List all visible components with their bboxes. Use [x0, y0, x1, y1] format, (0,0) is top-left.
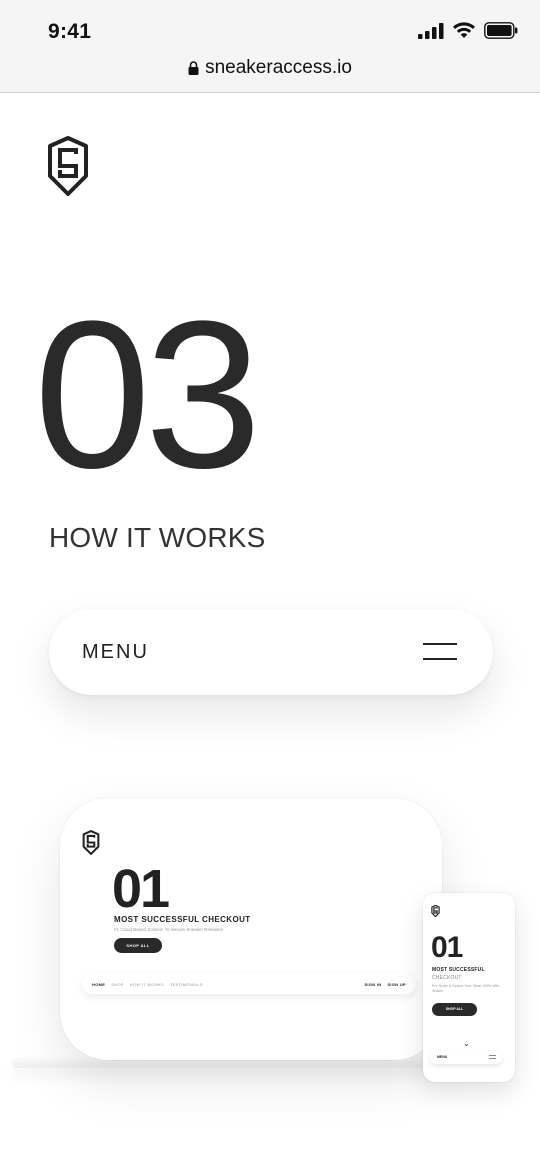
preview-subtitle: #1 Cloud Based Solution To Secure Sneake… — [114, 927, 223, 932]
mobile-preview-menu-label: MENU — [437, 1055, 448, 1059]
mobile-preview-menu: MENU — [430, 1051, 502, 1064]
status-time: 9:41 — [48, 20, 92, 43]
brand-logo-icon — [82, 830, 100, 855]
section-title: HOW IT WORKS — [49, 522, 266, 553]
signal-icon — [418, 22, 444, 39]
desktop-preview: 01 MOST SUCCESSFUL CHECKOUT #1 Cloud Bas… — [60, 798, 442, 1060]
hamburger-menu-icon — [489, 1055, 496, 1059]
nav-item-shop: SHOP — [111, 981, 124, 987]
menu-bar[interactable]: MENU — [49, 609, 493, 695]
preview-heading: MOST SUCCESSFUL CHECKOUT — [114, 915, 251, 924]
brand-logo-icon[interactable] — [46, 136, 90, 196]
nav-item-how-it-works: HOW IT WORKS — [129, 981, 164, 987]
mobile-preview-subtitle: Pre Order & Secure Your Steal 100% With … — [432, 984, 500, 993]
preview-nav: HOME SHOP HOW IT WORKS TESTIMONIALS SIGN… — [82, 974, 416, 994]
mobile-shop-all-button: SHOP ALL — [432, 1003, 477, 1016]
preview-number: 01 — [112, 859, 170, 919]
chevron-down-icon: ⌄ — [463, 1039, 470, 1048]
sign-in-link: SIGN IN — [364, 981, 382, 987]
battery-icon — [484, 22, 518, 39]
nav-item-home: HOME — [92, 981, 106, 987]
nav-item-testimonials: TESTIMONIALS — [169, 981, 203, 987]
hamburger-menu-icon[interactable] — [423, 643, 457, 661]
shop-all-button: SHOP ALL — [114, 938, 162, 953]
brand-logo-icon — [431, 905, 440, 917]
section-number: 03 — [34, 277, 262, 512]
mobile-preview-heading-line2: CHECKOUT — [432, 975, 462, 981]
mobile-preview-heading: MOST SUCCESSFUL — [432, 967, 485, 973]
url-bar[interactable]: sneakeraccess.io — [0, 57, 540, 79]
status-icons — [418, 22, 518, 39]
browser-top-bar: 9:41 sneakeraccess.io — [0, 0, 540, 93]
wifi-icon — [453, 22, 475, 38]
lock-icon — [188, 61, 199, 75]
mobile-preview: 01 MOST SUCCESSFUL CHECKOUT Pre Order & … — [423, 893, 515, 1082]
menu-label[interactable]: MENU — [82, 641, 149, 664]
hamburger-line — [423, 658, 457, 660]
sign-up-link: SIGN UP — [387, 981, 406, 987]
mobile-preview-number: 01 — [431, 931, 463, 964]
url-text: sneakeraccess.io — [205, 57, 352, 78]
hamburger-line — [423, 643, 457, 645]
